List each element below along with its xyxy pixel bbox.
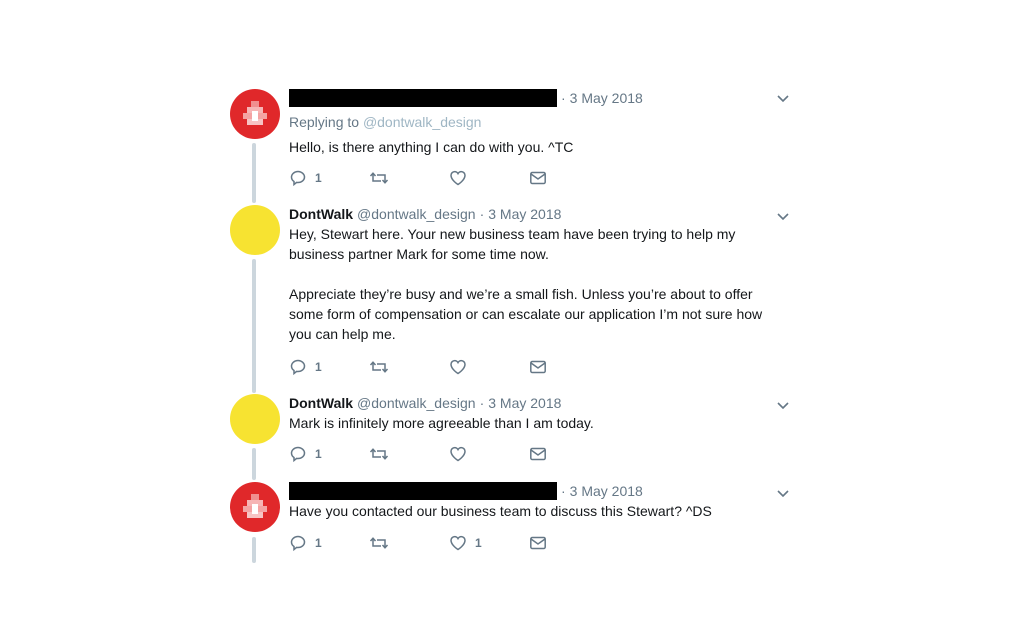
reply-count: 1	[315, 360, 322, 374]
tweet-actions: 1	[289, 445, 609, 463]
reply-icon	[290, 170, 306, 187]
envelope-icon	[530, 447, 546, 461]
heart-icon	[450, 359, 466, 375]
avatar[interactable]	[230, 205, 280, 255]
like-button[interactable]: 1	[449, 534, 529, 552]
tweet-header: · 3 May 2018	[289, 89, 789, 107]
like-button[interactable]	[449, 358, 529, 376]
separator: ·	[561, 483, 566, 499]
author-name[interactable]: DontWalk	[289, 394, 353, 412]
brand-logo-icon	[243, 494, 267, 518]
author-name[interactable]: DontWalk	[289, 205, 353, 223]
retweet-button[interactable]	[369, 445, 449, 463]
reply-button[interactable]: 1	[289, 169, 369, 187]
tweet[interactable]: · 3 May 2018 Replying to @dontwalk_desig…	[230, 89, 800, 199]
like-button[interactable]	[449, 169, 529, 187]
replying-to-label: Replying to	[289, 114, 360, 130]
reply-icon	[290, 359, 306, 376]
chevron-down-icon[interactable]	[776, 398, 790, 412]
retweet-button[interactable]	[369, 358, 449, 376]
direct-message-button[interactable]	[529, 358, 609, 376]
tweet-actions: 1	[289, 358, 609, 376]
retweet-icon	[369, 448, 389, 460]
tweet-text: Have you contacted our business team to …	[289, 503, 712, 519]
direct-message-button[interactable]	[529, 445, 609, 463]
reply-button[interactable]: 1	[289, 445, 369, 463]
retweet-icon	[369, 537, 389, 549]
tweet-actions: 1 1	[289, 534, 609, 552]
brand-logo-icon	[243, 101, 267, 125]
tweet-date[interactable]: 3 May 2018	[488, 394, 561, 412]
reply-button[interactable]: 1	[289, 534, 369, 552]
tweet-date[interactable]: 3 May 2018	[570, 482, 643, 500]
tweet-header: DontWalk @dontwalk_design · 3 May 2018	[289, 205, 789, 223]
tweet-text: Mark is infinitely more agreeable than I…	[289, 415, 594, 431]
tweet-date[interactable]: 3 May 2018	[570, 89, 643, 107]
chevron-down-icon[interactable]	[776, 486, 790, 500]
tweet-text: Hey, Stewart here. Your new business tea…	[289, 226, 763, 342]
avatar[interactable]	[230, 394, 280, 444]
separator: ·	[479, 395, 485, 411]
heart-icon	[450, 446, 466, 462]
tweet-text: Hello, is there anything I can do with y…	[289, 139, 574, 155]
replying-to: Replying to @dontwalk_design	[289, 113, 789, 131]
avatar[interactable]	[230, 89, 280, 139]
heart-icon	[450, 535, 466, 551]
tweet-header: DontWalk @dontwalk_design · 3 May 2018	[289, 394, 789, 412]
tweet-header: · 3 May 2018	[289, 482, 789, 500]
retweet-button[interactable]	[369, 534, 449, 552]
chevron-down-icon[interactable]	[776, 209, 790, 223]
tweet-date[interactable]: 3 May 2018	[488, 205, 561, 223]
retweet-icon	[369, 172, 389, 184]
separator: ·	[561, 90, 566, 106]
chevron-down-icon[interactable]	[776, 91, 790, 105]
tweet[interactable]: DontWalk @dontwalk_design · 3 May 2018 H…	[230, 205, 800, 385]
reply-count: 1	[315, 536, 322, 550]
author-handle[interactable]: @dontwalk_design	[357, 205, 476, 223]
redacted-author	[289, 482, 557, 500]
reply-icon	[290, 535, 306, 552]
reply-icon	[290, 446, 306, 463]
replying-to-mention[interactable]: @dontwalk_design	[363, 114, 482, 130]
redacted-author	[289, 89, 557, 107]
direct-message-button[interactable]	[529, 534, 609, 552]
retweet-button[interactable]	[369, 169, 449, 187]
reply-button[interactable]: 1	[289, 358, 369, 376]
tweet-actions: 1	[289, 169, 609, 187]
tweet[interactable]: · 3 May 2018 Have you contacted our busi…	[230, 482, 800, 562]
direct-message-button[interactable]	[529, 169, 609, 187]
envelope-icon	[530, 360, 546, 374]
tweet[interactable]: DontWalk @dontwalk_design · 3 May 2018 M…	[230, 394, 800, 474]
like-count: 1	[475, 536, 482, 550]
reply-count: 1	[315, 447, 322, 461]
author-handle[interactable]: @dontwalk_design	[357, 394, 476, 412]
retweet-icon	[369, 361, 389, 373]
avatar[interactable]	[230, 482, 280, 532]
like-button[interactable]	[449, 445, 529, 463]
envelope-icon	[530, 536, 546, 550]
heart-icon	[450, 170, 466, 186]
separator: ·	[479, 206, 485, 222]
reply-count: 1	[315, 171, 322, 185]
envelope-icon	[530, 171, 546, 185]
